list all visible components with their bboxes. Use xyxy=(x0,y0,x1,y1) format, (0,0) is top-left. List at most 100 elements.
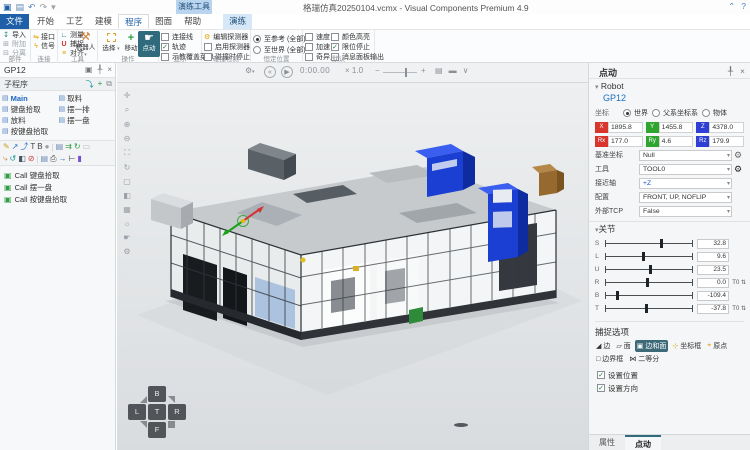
joint-slider-handle[interactable] xyxy=(646,278,649,287)
set-position-checkbox[interactable]: ✓ xyxy=(597,371,605,379)
approach-axis-dropdown[interactable]: +Z▾ xyxy=(639,178,732,189)
text-statement-icon[interactable]: T xyxy=(30,142,35,152)
view-cube[interactable]: B L T R F xyxy=(127,386,189,444)
tab-home[interactable]: 开始 xyxy=(31,14,60,29)
call-statement[interactable]: ▣Call 按键盘拾取 xyxy=(4,193,111,205)
reset-simulation-button[interactable]: « xyxy=(264,66,276,78)
print-statement-icon[interactable]: ⎙ xyxy=(50,154,56,164)
ry-value-field[interactable]: 4.6 xyxy=(659,136,694,147)
pin-icon[interactable]: ╀ xyxy=(98,65,103,74)
joint-slider[interactable] xyxy=(605,282,693,283)
z-value-field[interactable]: 4378.0 xyxy=(709,122,744,133)
tab-process[interactable]: 工艺 xyxy=(60,14,89,29)
doc-statement-icon[interactable]: ▤ xyxy=(41,154,49,164)
configuration-dropdown[interactable]: FRONT, UP, NOFLIP▾ xyxy=(639,192,732,203)
speed-increase-icon[interactable]: + xyxy=(421,66,426,75)
joint-value-field[interactable]: -37.8 xyxy=(697,304,729,314)
color-highlight-checkbox[interactable] xyxy=(331,33,339,41)
tab-file[interactable]: 文件 xyxy=(0,14,29,29)
rx-value-field[interactable]: 177.0 xyxy=(608,136,643,147)
file-statement-icon[interactable]: ▤ xyxy=(56,142,64,152)
tool-dropdown[interactable]: TOOL0▾ xyxy=(639,164,732,175)
import-button[interactable]: ↧ 导入 xyxy=(2,31,28,39)
tab-drawing[interactable]: 图面 xyxy=(149,14,178,29)
frame-statement-icon[interactable]: ▭ xyxy=(83,142,91,152)
edit-statement-icon[interactable]: ✎ xyxy=(3,142,10,152)
y-value-field[interactable]: 1455.8 xyxy=(659,122,694,133)
viewcube-left[interactable]: L xyxy=(128,404,146,420)
joints-header[interactable]: ▾关节 xyxy=(595,223,744,235)
call-statement[interactable]: ▣Call 摆一盘 xyxy=(4,181,111,193)
parent-coord-radio[interactable] xyxy=(652,109,660,117)
joint-turns-spinner[interactable]: T0 ⇅ xyxy=(729,279,746,286)
redo-icon[interactable]: ↷ xyxy=(40,1,48,13)
app-icon[interactable]: ▣ xyxy=(3,1,12,13)
play-simulation-button[interactable]: ▶ xyxy=(281,66,293,78)
tool-gear-icon[interactable]: ⚙ xyxy=(732,164,744,175)
add-program-icon[interactable]: + xyxy=(98,79,103,90)
joint-slider[interactable] xyxy=(605,308,693,309)
joint-slider-handle[interactable] xyxy=(645,304,648,313)
acceleration-checkbox[interactable] xyxy=(305,43,313,51)
tab-demo[interactable]: 演练 xyxy=(223,14,252,29)
pin-icon[interactable]: ╀ xyxy=(728,66,733,77)
speed-decrease-icon[interactable]: − xyxy=(375,66,380,75)
base-gear-icon[interactable]: ⚙ xyxy=(732,150,744,161)
joint-value-field[interactable]: 32.8 xyxy=(697,239,729,249)
viewcube-front[interactable]: F xyxy=(148,422,166,438)
dock-icon[interactable]: ▣ xyxy=(85,65,93,74)
signals-button[interactable]: ϟ 信号 xyxy=(33,42,55,50)
subprogram-item[interactable]: ▤摆一盘 xyxy=(59,115,114,125)
subprogram-item[interactable] xyxy=(59,126,114,136)
subprogram-item[interactable]: ▤按键盘拾取 xyxy=(2,126,57,136)
rz-value-field[interactable]: 179.9 xyxy=(709,136,744,147)
simulation-settings-icon[interactable]: ⚙▾ xyxy=(245,66,255,75)
set-orientation-checkbox[interactable]: ✓ xyxy=(597,384,605,392)
undo-icon[interactable]: ↶ xyxy=(28,1,36,13)
viewport-3d[interactable]: ⚙▾ « ▶ 0:00.00 × 1.0 − + ▤▬∨ ✛⌕⊕⊖⛶↻▢◧▦☼☛… xyxy=(117,63,588,450)
run-statement-icon[interactable]: ⇉ xyxy=(65,142,72,152)
help-icon[interactable]: ? xyxy=(741,1,746,12)
connections-checkbox[interactable] xyxy=(161,33,169,41)
world-radio[interactable] xyxy=(623,109,631,117)
snap-mode-坐标框[interactable]: ⊹坐标框 xyxy=(670,340,703,352)
linear-motion-icon[interactable]: ↗ xyxy=(12,142,19,152)
joint-slider[interactable] xyxy=(605,269,693,270)
speed-slider[interactable] xyxy=(383,72,417,73)
snap-mode-面[interactable]: ▱面 xyxy=(614,340,632,352)
activate-detectors-checkbox[interactable] xyxy=(204,43,212,51)
tab-help[interactable]: 帮助 xyxy=(178,14,207,29)
edit-detectors-button[interactable]: ⚙ 编辑探测器 xyxy=(204,32,248,41)
subprogram-item[interactable]: ▤键盘拾取 xyxy=(2,104,57,114)
minimize-ribbon-icon[interactable]: ⌃ xyxy=(728,1,735,12)
joint-value-field[interactable]: 9.6 xyxy=(697,252,729,262)
trace-checkbox[interactable]: ✓ xyxy=(161,43,169,51)
close-icon[interactable]: × xyxy=(740,66,745,77)
viewcube-back[interactable]: B xyxy=(148,386,166,402)
snap-mode-原点[interactable]: ⌖原点 xyxy=(705,340,729,352)
snap-mode-边和面[interactable]: ▣边和面 xyxy=(635,340,669,352)
tab-modeling[interactable]: 建模 xyxy=(89,14,118,29)
joint-slider-handle[interactable] xyxy=(649,265,652,274)
customize-quick-access-icon[interactable]: ▾ xyxy=(51,1,56,13)
subprogram-item[interactable]: ▤摆一排 xyxy=(59,104,114,114)
close-icon[interactable]: × xyxy=(107,65,112,74)
joint-slider-handle[interactable] xyxy=(660,239,663,248)
chart-statement-icon[interactable]: ▮ xyxy=(77,154,81,164)
loop-statement-icon[interactable]: ↻ xyxy=(74,142,81,152)
speed-slider-handle[interactable] xyxy=(405,68,407,77)
halt-statement-icon[interactable]: ⊘ xyxy=(28,154,35,164)
base-dropdown[interactable]: Null▾ xyxy=(639,150,732,161)
call-statement[interactable]: ▣Call 键盘拾取 xyxy=(4,169,111,181)
wait-statement-icon[interactable]: ● xyxy=(45,142,50,152)
goto-statement-icon[interactable]: → xyxy=(59,154,67,164)
branch-statement-icon[interactable]: ⤷ xyxy=(3,154,7,164)
export-geometry-icon[interactable]: ∨ xyxy=(463,66,469,75)
while-statement-icon[interactable]: ↺ xyxy=(9,154,16,164)
base-statement-icon[interactable]: B xyxy=(37,142,42,152)
snap-mode-边[interactable]: ◢边 xyxy=(594,340,612,352)
assign-statement-icon[interactable]: ⊢ xyxy=(69,154,76,164)
joint-value-field[interactable]: -109.4 xyxy=(697,291,729,301)
grid-statement-icon[interactable]: ◧ xyxy=(18,154,26,164)
capture-image-icon[interactable]: ▤ xyxy=(435,66,443,75)
